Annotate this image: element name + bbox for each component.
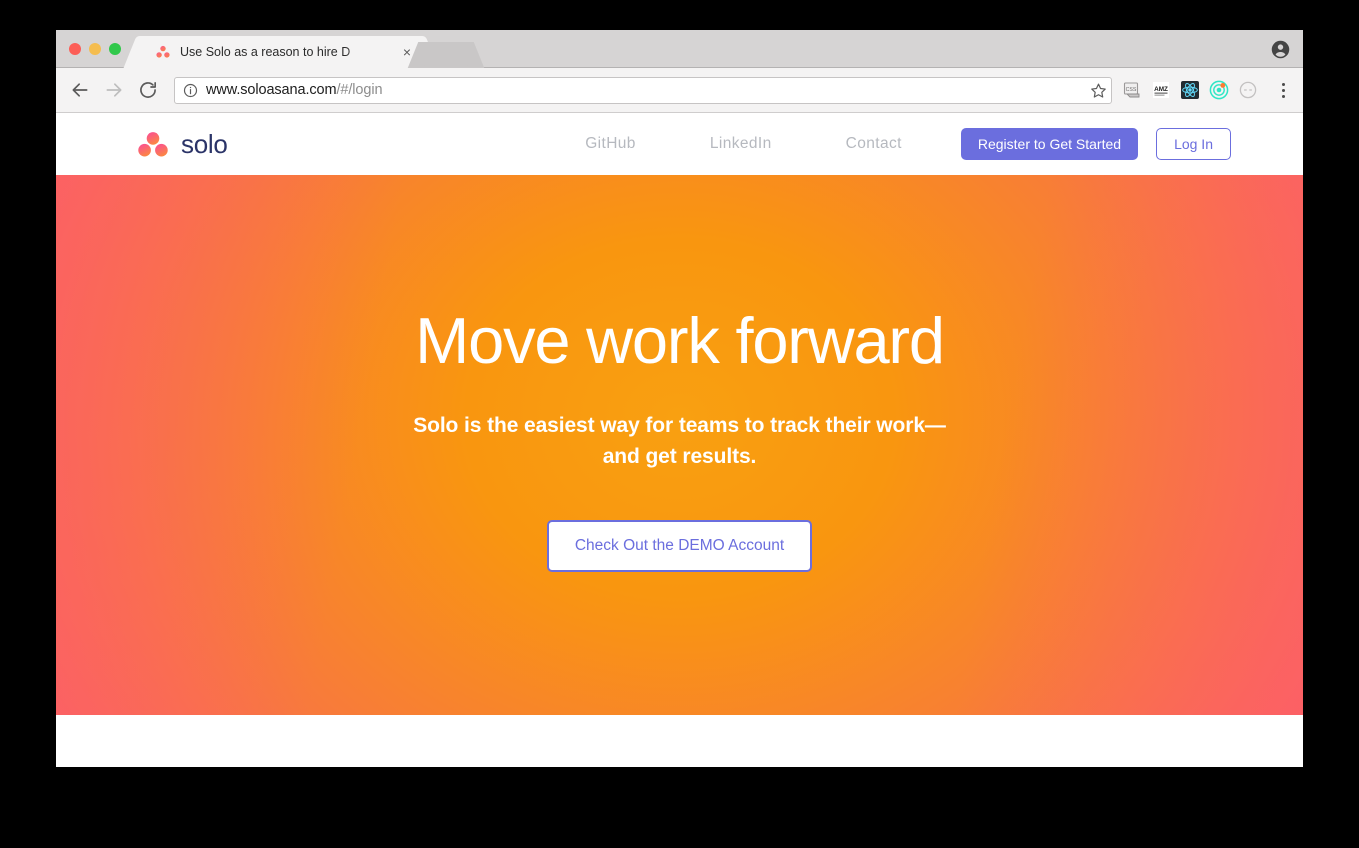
browser-tab-inactive[interactable] — [423, 42, 469, 68]
register-button[interactable]: Register to Get Started — [960, 128, 1139, 160]
forward-button[interactable] — [100, 76, 128, 104]
page-content: solo GitHub LinkedIn Contact Register to… — [56, 113, 1303, 766]
react-devtools-icon[interactable] — [1180, 80, 1200, 100]
nav-link-contact[interactable]: Contact — [809, 135, 939, 153]
browser-titlebar: Use Solo as a reason to hire D × — [56, 30, 1303, 68]
solo-three-dot-logo — [138, 131, 168, 157]
hero-subtitle-line-2: and get results. — [602, 445, 757, 469]
url-text: www.soloasana.com/#/login — [206, 82, 1090, 98]
brand-name: solo — [181, 128, 228, 159]
disabled-extension-icon[interactable] — [1238, 80, 1258, 100]
site-nav: GitHub LinkedIn Contact — [548, 135, 939, 153]
hero-subtitle-line-1: Solo is the easiest way for teams to tra… — [413, 414, 946, 438]
maximize-window-button[interactable] — [109, 43, 121, 55]
back-button[interactable] — [66, 76, 94, 104]
hero-title: Move work forward — [415, 304, 945, 377]
close-tab-button[interactable]: × — [399, 44, 415, 60]
browser-toolbar: www.soloasana.com/#/login CSS AMZ — [56, 68, 1303, 113]
hero-section: Move work forward Solo is the easiest wa… — [56, 175, 1303, 715]
hero-subtitle: Solo is the easiest way for teams to tra… — [56, 410, 1303, 472]
footer-band — [56, 715, 1303, 766]
url-path: /#/login — [336, 82, 383, 98]
close-window-button[interactable] — [69, 43, 81, 55]
browser-tab-active[interactable]: Use Solo as a reason to hire D × — [141, 36, 421, 68]
account-avatar-icon[interactable] — [1270, 39, 1291, 60]
url-host: www.soloasana.com — [206, 82, 337, 98]
star-icon[interactable] — [1090, 82, 1107, 99]
site-header: solo GitHub LinkedIn Contact Register to… — [56, 113, 1303, 175]
reload-button[interactable] — [134, 76, 162, 104]
window-controls — [69, 43, 121, 55]
extensions-bar: CSS AMZ — [1119, 79, 1293, 101]
minimize-window-button[interactable] — [89, 43, 101, 55]
address-bar[interactable]: www.soloasana.com/#/login — [174, 76, 1112, 104]
info-circle-icon[interactable] — [183, 83, 198, 98]
nav-link-linkedin[interactable]: LinkedIn — [673, 135, 809, 153]
brand-logo[interactable]: solo — [138, 129, 228, 160]
login-button[interactable]: Log In — [1156, 128, 1231, 160]
svg-text:AMZ: AMZ — [1154, 86, 1168, 93]
svg-text:CSS: CSS — [1126, 87, 1137, 93]
browser-window: Use Solo as a reason to hire D × www.sol… — [56, 30, 1303, 767]
nav-link-github[interactable]: GitHub — [548, 135, 673, 153]
amz-extension-icon[interactable]: AMZ — [1151, 80, 1171, 100]
browser-tab-title: Use Solo as a reason to hire D — [180, 45, 351, 59]
three-dot-menu-icon[interactable] — [1273, 79, 1293, 101]
solo-logo-icon — [155, 44, 171, 60]
hero-content: Move work forward Solo is the easiest wa… — [56, 175, 1303, 573]
demo-account-button[interactable]: Check Out the DEMO Account — [546, 520, 813, 573]
css-extension-icon[interactable]: CSS — [1122, 80, 1142, 100]
teal-target-extension-icon[interactable] — [1209, 80, 1229, 100]
